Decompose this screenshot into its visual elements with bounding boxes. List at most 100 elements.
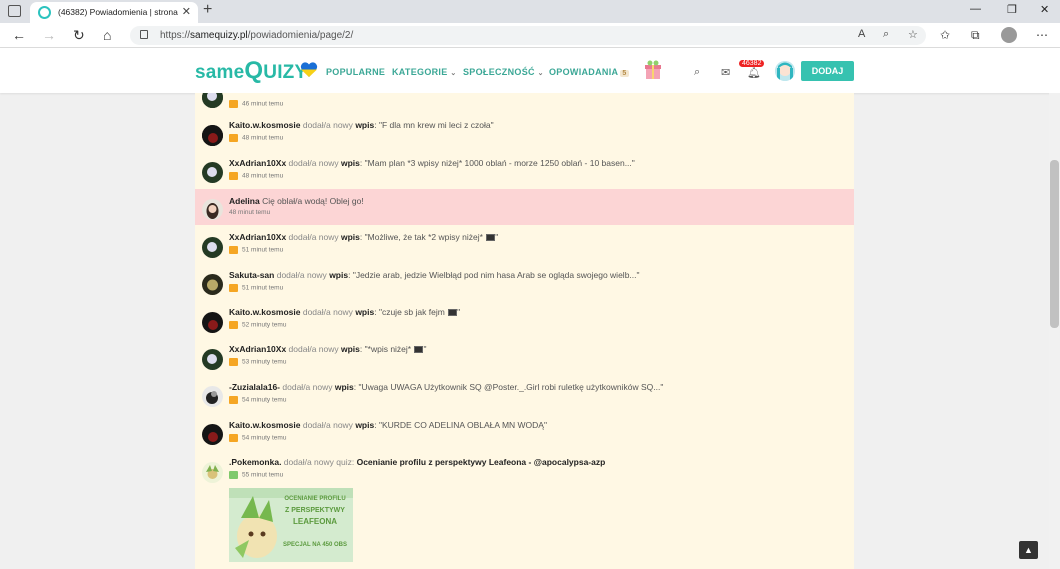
post-link[interactable]: wpis: [355, 120, 374, 130]
list-item[interactable]: Sakuta-san dodał/a nowy wpis: "Jedzie ar…: [195, 263, 854, 300]
avatar[interactable]: [202, 93, 223, 108]
post-link[interactable]: wpis: [341, 344, 360, 354]
messages-envelope-icon[interactable]: ✉: [721, 66, 730, 79]
post-link[interactable]: wpis: [355, 307, 374, 317]
list-item[interactable]: Kaito.w.kosmosie dodał/a nowy wpis: "KUR…: [195, 413, 854, 450]
search-icon[interactable]: ⌕: [694, 66, 700, 79]
timestamp: 54 minuty temu: [242, 434, 287, 442]
close-window-icon[interactable]: ✕: [1040, 3, 1049, 16]
list-item[interactable]: Kaito.w.kosmosie dodał/a nowy wpis: "F d…: [195, 114, 854, 151]
list-item-splash-highlight[interactable]: Adelina Cię oblał/a wodą! Oblej go! 48 m…: [195, 189, 854, 225]
restore-icon[interactable]: ❐: [1007, 3, 1017, 16]
username-link[interactable]: .Pokemonka.: [229, 457, 281, 467]
menu-popularne[interactable]: POPULARNE: [326, 67, 385, 77]
back-arrow-icon[interactable]: ←: [12, 27, 26, 43]
quiz-link[interactable]: Ocenianie profilu z perspektywy Leafeona…: [357, 457, 606, 467]
username-link[interactable]: XxAdrian10Xx: [229, 232, 286, 242]
avatar[interactable]: [202, 349, 223, 370]
entry-type-icon: [229, 396, 238, 404]
timestamp: 54 minuty temu: [242, 396, 287, 404]
avatar[interactable]: [202, 386, 223, 407]
list-item[interactable]: XxAdrian10Xx dodał/a nowy wpis: "*wpis n…: [195, 338, 854, 375]
username-link[interactable]: Sakuta-san: [229, 270, 274, 280]
gift-icon[interactable]: [644, 60, 662, 80]
username-link[interactable]: -Zuzialala16-: [229, 382, 280, 392]
entry-type-icon: [229, 284, 238, 292]
timestamp: 46 minut temu: [242, 100, 284, 108]
post-link[interactable]: wpis: [341, 232, 360, 242]
browser-tab-active[interactable]: (46382) Powiadomienia | strona 2 ✕: [30, 2, 198, 23]
favorite-star-icon[interactable]: ☆: [908, 28, 918, 41]
collections-icon[interactable]: ⧉: [971, 28, 980, 43]
avatar[interactable]: [202, 125, 223, 146]
username-link[interactable]: Kaito.w.kosmosie: [229, 307, 300, 317]
avatar[interactable]: [202, 274, 223, 295]
minimize-icon[interactable]: —: [970, 3, 981, 15]
username-link[interactable]: Kaito.w.kosmosie: [229, 420, 300, 430]
profile-avatar-icon[interactable]: [1001, 27, 1017, 43]
thumb-text-line-1: OCENIANIE PROFILU: [284, 496, 345, 502]
forward-arrow-icon[interactable]: →: [42, 27, 56, 43]
username-link[interactable]: XxAdrian10Xx: [229, 344, 286, 354]
notifications-bell-icon[interactable]: 🔔︎: [747, 66, 761, 79]
avatar[interactable]: [202, 199, 223, 220]
user-avatar[interactable]: [775, 61, 795, 81]
avatar[interactable]: [202, 162, 223, 183]
avatar-image: [202, 162, 223, 183]
avatar[interactable]: [202, 424, 223, 445]
thumb-text-line-3: LEAFEONA: [293, 517, 337, 526]
splash-action-link[interactable]: Cię oblał/a wodą! Oblej go!: [260, 196, 364, 206]
post-link[interactable]: wpis: [329, 270, 348, 280]
zoom-icon[interactable]: ⌕: [883, 28, 889, 41]
address-bar[interactable]: https://samequizy.pl/powiadomienia/page/…: [130, 26, 926, 45]
list-item[interactable]: Kaito.w.kosmosie dodał/a nowy wpis: "czu…: [195, 300, 854, 338]
favorites-icon[interactable]: ✩: [940, 28, 950, 42]
list-item[interactable]: XxAdrian10Xx dodał/a nowy wpis: "Mam pla…: [195, 151, 854, 189]
avatar-image: [202, 237, 223, 258]
quiz-thumbnail[interactable]: OCENIANIE PROFILU Z PERSPEKTYWY LEAFEONA…: [229, 488, 353, 562]
tab-title: (46382) Powiadomienia | strona 2: [58, 7, 178, 17]
username-link[interactable]: Adelina: [229, 196, 260, 206]
avatar[interactable]: [202, 462, 223, 483]
avatar-image: [202, 386, 223, 407]
post-link[interactable]: wpis: [335, 382, 354, 392]
site-logo[interactable]: sameQUIZY: [195, 57, 307, 85]
menu-opowiadania[interactable]: OPOWIADANIA 5: [549, 67, 629, 77]
post-link[interactable]: wpis: [355, 420, 374, 430]
page-scrollbar-thumb[interactable]: [1050, 160, 1059, 328]
browser-toolbar: ← → ↻ ⌂ https://samequizy.pl/powiadomien…: [0, 23, 1060, 48]
add-content-button[interactable]: DODAJ: [801, 61, 854, 81]
list-item[interactable]: -Zuzialala16- dodał/a nowy wpis: "Uwaga …: [195, 375, 854, 413]
timestamp: 51 minut temu: [242, 246, 284, 254]
entry-type-icon: [229, 358, 238, 366]
home-icon[interactable]: ⌂: [103, 27, 111, 43]
avatar-image: [202, 125, 223, 146]
chevron-up-icon: ▲: [1024, 545, 1033, 555]
username-link[interactable]: Kaito.w.kosmosie: [229, 120, 300, 130]
tab-close-icon[interactable]: ✕: [182, 5, 191, 18]
notifications-feed: 46 minut temu Kaito.w.kosmosie dodał/a n…: [195, 93, 854, 569]
image-icon: [486, 234, 496, 242]
timestamp: 55 minut temu: [242, 471, 284, 479]
avatar-image: [202, 462, 223, 483]
menu-kategorie[interactable]: KATEGORIE ⌄: [392, 67, 457, 77]
new-tab-icon[interactable]: +: [203, 1, 212, 19]
more-menu-icon[interactable]: ⋯: [1036, 28, 1048, 42]
read-aloud-icon[interactable]: A: [858, 28, 865, 40]
url-text[interactable]: https://samequizy.pl/powiadomienia/page/…: [160, 30, 353, 41]
post-link[interactable]: wpis: [341, 158, 360, 168]
tab-actions-icon[interactable]: [8, 5, 21, 17]
avatar[interactable]: [202, 237, 223, 258]
avatar[interactable]: [202, 312, 223, 333]
entry-type-icon: [229, 100, 238, 108]
user-avatar-image: [775, 61, 795, 81]
lock-icon[interactable]: [140, 30, 148, 39]
reload-icon[interactable]: ↻: [73, 27, 85, 44]
scroll-to-top-button[interactable]: ▲: [1019, 541, 1038, 559]
menu-spolecznosc[interactable]: SPOŁECZNOŚĆ ⌄: [463, 67, 544, 77]
chevron-down-icon: ⌄: [537, 70, 544, 77]
username-link[interactable]: XxAdrian10Xx: [229, 158, 286, 168]
list-item[interactable]: XxAdrian10Xx dodał/a nowy wpis: "Możliwe…: [195, 225, 854, 263]
entry-type-icon: [229, 134, 238, 142]
entry-type-icon: [229, 321, 238, 329]
